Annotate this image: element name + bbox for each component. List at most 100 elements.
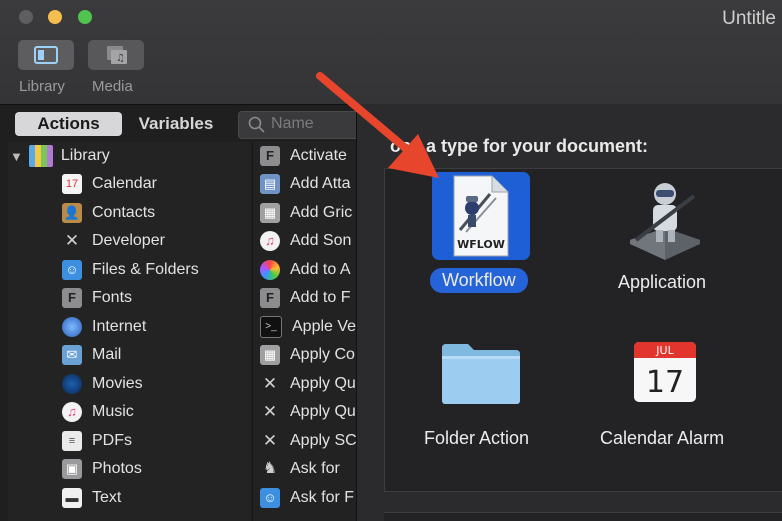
library-item-label: Mail (92, 346, 122, 363)
action-item-label: Add to A (290, 261, 351, 278)
developer-icon: ✕ (64, 231, 80, 250)
action-item[interactable]: ✕ Apply Qu (260, 370, 356, 398)
image-icon: ▦ (260, 345, 280, 365)
contacts-icon: 👤 (62, 203, 82, 223)
folder-icon[interactable] (440, 340, 522, 406)
library-root-item[interactable]: ▼ Library (10, 142, 110, 170)
automator-robot-icon[interactable] (622, 178, 708, 264)
action-item-label: Ask for F (290, 489, 355, 506)
library-item-label: Developer (92, 232, 165, 249)
action-item-label: Add Gric (290, 204, 353, 221)
library-item-label: Fonts (92, 289, 133, 306)
font-book-icon: F (260, 146, 280, 166)
action-item-label: Add Son (290, 232, 352, 249)
library-item-label: Contacts (92, 204, 156, 221)
action-item-label: Ask for (290, 460, 340, 477)
library-item-music[interactable]: ♫ Music (62, 398, 134, 426)
action-item[interactable]: >_ Apple Ve (260, 313, 356, 341)
action-item[interactable]: ☺ Ask for F (260, 484, 354, 512)
application-type-label[interactable]: Application (618, 272, 706, 293)
calendar-alarm-icon[interactable]: JUL 17 (630, 336, 700, 406)
action-item[interactable]: ▦ Apply Co (260, 341, 355, 369)
close-window-button[interactable] (19, 10, 33, 24)
library-item-label: Movies (92, 375, 143, 392)
search-icon (248, 116, 265, 133)
tools-icon: ✕ (262, 431, 278, 450)
library-item-calendar[interactable]: 17 Calendar (62, 170, 157, 198)
photos-icon (260, 260, 280, 280)
library-item-fonts[interactable]: F Fonts (62, 284, 132, 312)
action-item[interactable]: ✕ Apply Qu (260, 398, 356, 426)
library-item-developer[interactable]: ✕ Developer (62, 227, 165, 255)
library-item-photos[interactable]: ▣ Photos (62, 455, 142, 483)
minimize-window-button[interactable] (48, 10, 62, 24)
library-toolbar-button[interactable] (18, 40, 74, 70)
mail-icon: ✉ (62, 345, 82, 365)
finder-icon: ☺ (260, 488, 280, 508)
library-item-label: Files & Folders (92, 261, 199, 278)
action-item[interactable]: ✕ Apply SC (260, 427, 357, 455)
tab-actions[interactable]: Actions (15, 112, 122, 136)
zoom-window-button[interactable] (78, 10, 92, 24)
image-icon: ▦ (260, 203, 280, 223)
library-item-label: Calendar (92, 175, 157, 192)
workflow-type-label[interactable]: Workflow (430, 268, 528, 293)
tools-icon: ✕ (262, 374, 278, 393)
finder-icon: ☺ (62, 260, 82, 280)
calendar-alarm-type-label[interactable]: Calendar Alarm (600, 428, 724, 449)
tools-icon: ✕ (262, 402, 278, 421)
library-books-icon (28, 145, 53, 167)
action-item-label: Apple Ve (292, 318, 357, 335)
library-root-label: Library (60, 147, 110, 164)
library-item-label: Photos (92, 460, 142, 477)
disclosure-triangle-icon[interactable]: ▼ (10, 149, 23, 164)
action-item[interactable]: Add to A (260, 256, 351, 284)
action-item-label: Apply SC (290, 432, 357, 449)
action-item[interactable]: ♞ Ask for (260, 455, 340, 483)
action-item[interactable]: F Add to F (260, 284, 350, 312)
terminal-icon: >_ (260, 316, 282, 338)
library-item-text[interactable]: ▬ Text (62, 484, 121, 512)
pdf-icon: ≡ (62, 431, 82, 451)
svg-text:♫: ♫ (116, 53, 125, 64)
calendar-icon: 17 (62, 174, 82, 194)
library-item-mail[interactable]: ✉ Mail (62, 341, 121, 369)
library-item-pdfs[interactable]: ≡ PDFs (62, 427, 132, 455)
calendar-month: JUL (655, 344, 674, 357)
red-arrow-annotation (316, 72, 439, 178)
automator-window: Untitle ♫ Library Media Actions Variable… (0, 0, 782, 521)
action-item-label: Add to F (290, 289, 351, 306)
action-item[interactable]: ♫ Add Son (260, 227, 351, 255)
library-item-files-folders[interactable]: ☺ Files & Folders (62, 256, 199, 284)
library-item-label: Text (92, 489, 122, 506)
library-sidebar-icon (34, 46, 58, 64)
music-icon: ♫ (62, 402, 82, 422)
library-item-label: PDFs (92, 432, 132, 449)
calendar-day: 17 (646, 365, 684, 400)
library-item-movies[interactable]: Movies (62, 370, 143, 398)
library-toolbar-label: Library (19, 78, 65, 95)
music-icon: ♫ (260, 231, 280, 251)
media-toolbar-button[interactable]: ♫ (88, 40, 144, 70)
library-item-label: Internet (92, 318, 147, 335)
library-item-internet[interactable]: Internet (62, 313, 146, 341)
library-item-label: Music (92, 403, 134, 420)
library-item-contacts[interactable]: 👤 Contacts (62, 199, 155, 227)
workflow-badge: WFLOW (457, 238, 505, 251)
preview-icon: ▤ (260, 174, 280, 194)
folder-action-type-label[interactable]: Folder Action (424, 428, 529, 449)
media-toolbar-label: Media (92, 78, 133, 95)
automator-icon: ♞ (262, 460, 278, 477)
sheet-footer (384, 512, 782, 521)
action-item-label: Apply Qu (290, 403, 356, 420)
text-icon: ▬ (62, 488, 82, 508)
movies-icon (62, 374, 82, 394)
window-title: Untitle (722, 8, 776, 29)
tab-variables[interactable]: Variables (124, 112, 228, 136)
fonts-icon: F (62, 288, 82, 308)
action-item[interactable]: ▦ Add Gric (260, 199, 352, 227)
font-book-icon: F (260, 288, 280, 308)
action-item-label: Apply Co (290, 346, 355, 363)
media-icon: ♫ (107, 46, 127, 64)
action-item-label: Apply Qu (290, 375, 356, 392)
